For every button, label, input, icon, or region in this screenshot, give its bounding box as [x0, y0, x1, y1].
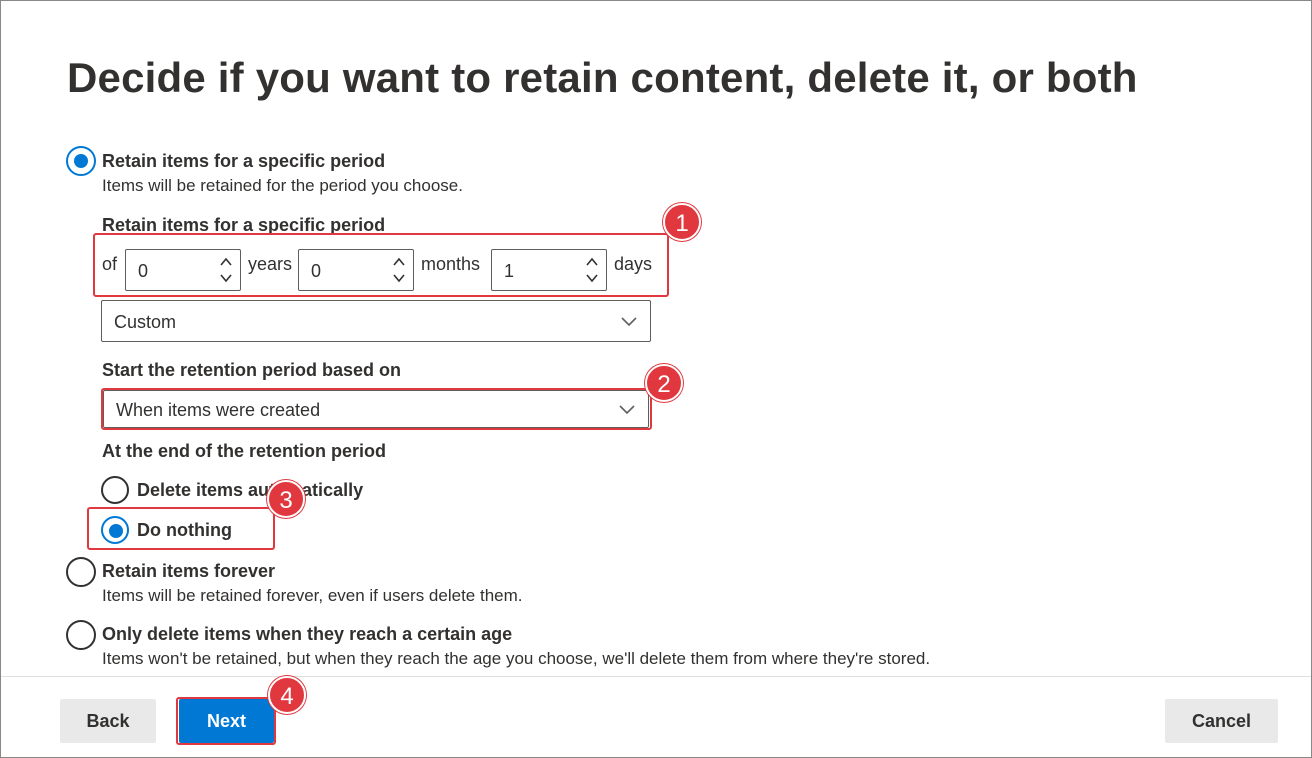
- retain-forever-label[interactable]: Retain items forever: [102, 561, 275, 582]
- retain-forever-radio[interactable]: [66, 557, 96, 587]
- callout-badge-2: 2: [645, 364, 683, 402]
- back-button[interactable]: Back: [60, 699, 156, 743]
- retain-period-label[interactable]: Retain items for a specific period: [102, 151, 385, 172]
- retain-forever-description: Items will be retained forever, even if …: [102, 586, 523, 605]
- only-delete-description: Items won't be retained, but when they r…: [102, 649, 931, 668]
- footer-divider: [1, 676, 1311, 677]
- period-preset-dropdown[interactable]: Custom: [101, 300, 651, 342]
- page-title: Decide if you want to retain content, de…: [67, 54, 1138, 101]
- callout-box-3: [87, 507, 275, 550]
- callout-badge-1: 1: [663, 203, 701, 241]
- period-preset-value: Custom: [114, 312, 177, 332]
- chevron-down-icon: [621, 317, 637, 327]
- delete-automatically-label[interactable]: Delete items automatically: [137, 480, 363, 501]
- retain-period-description: Items will be retained for the period yo…: [102, 176, 463, 195]
- only-delete-label[interactable]: Only delete items when they reach a cert…: [102, 624, 512, 645]
- only-delete-radio[interactable]: [66, 620, 96, 650]
- delete-automatically-radio[interactable]: [101, 476, 129, 504]
- retain-period-radio[interactable]: [66, 146, 96, 176]
- callout-box-2: [101, 388, 652, 430]
- callout-box-1: [93, 233, 669, 297]
- callout-box-4: [176, 697, 276, 745]
- callout-badge-3: 3: [267, 480, 305, 518]
- end-period-label: At the end of the retention period: [102, 441, 386, 461]
- start-period-label: Start the retention period based on: [102, 360, 402, 380]
- callout-badge-4: 4: [268, 676, 306, 714]
- cancel-button[interactable]: Cancel: [1165, 699, 1278, 743]
